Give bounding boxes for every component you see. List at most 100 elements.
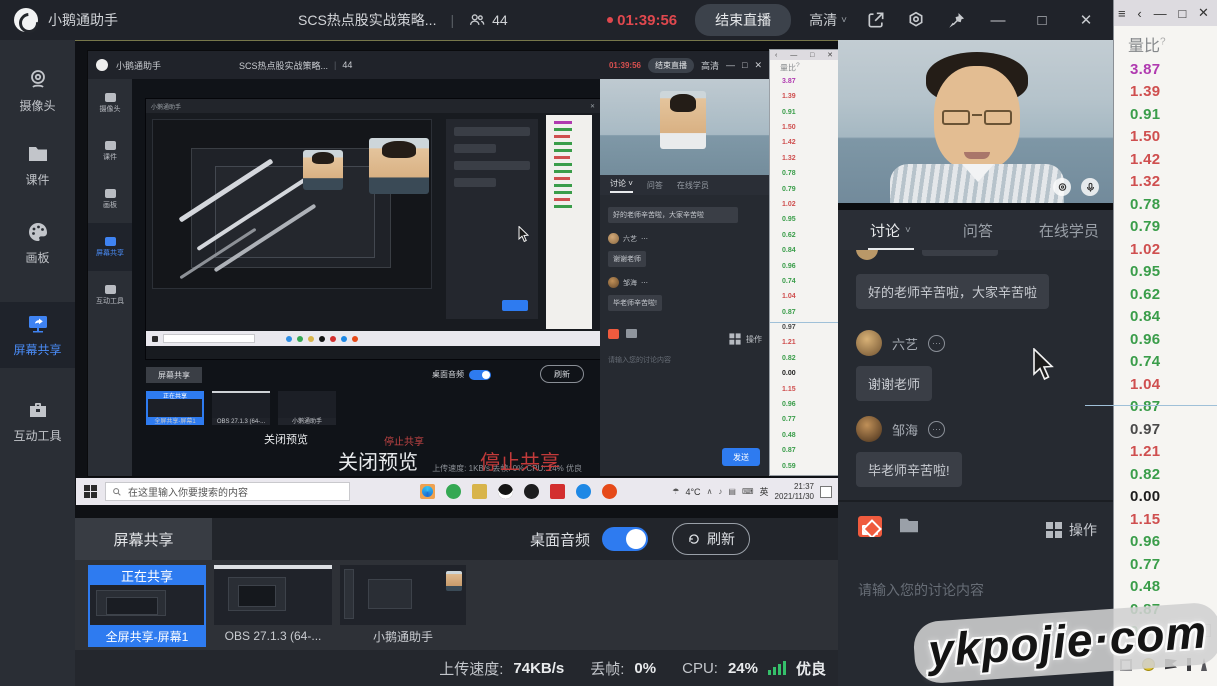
- chat-bubble: 谢谢老师: [856, 366, 933, 401]
- sidebar-item-screen-share[interactable]: 屏幕共享: [0, 302, 75, 368]
- presenter-video: [838, 40, 1113, 210]
- share-source-assistant[interactable]: 小鹅通助手: [340, 565, 466, 647]
- share-source-obs[interactable]: OBS 27.1.3 (64-...: [214, 565, 332, 647]
- volume-ratio-value: 1.02: [782, 200, 796, 208]
- tab-discussion[interactable]: 讨论 ˅: [868, 210, 914, 250]
- share-panel-header: 屏幕共享 桌面音频 刷新: [75, 518, 838, 560]
- refresh-button[interactable]: 刷新: [672, 523, 750, 555]
- chat-message-list[interactable]: 好的老师辛苦啦，大家辛苦啦 六艺 ⋯ 谢谢老师 邹海 ⋯ 毕老师辛苦啦!: [838, 250, 1113, 500]
- mirrored-sidebar: 摄像头 课件 画板 屏幕共享 互动工具: [88, 79, 132, 476]
- mirrored-stock-column: ‹ — □ ✕ 量比? 3.87 1.39 0.91 1.50 1.42 1.32 0.78 0.7…: [770, 50, 838, 475]
- volume-ratio-value: 0.00: [782, 370, 796, 378]
- tab-screen-share[interactable]: 屏幕共享: [75, 518, 212, 560]
- mini-presenter-thumb: [446, 571, 462, 591]
- actions-button[interactable]: 操作: [1046, 520, 1097, 540]
- avatar: [856, 416, 882, 442]
- volume-ratio-value: 0.74: [1130, 353, 1161, 371]
- quality-select[interactable]: 高清 ˅: [809, 10, 847, 30]
- share-button[interactable]: [865, 9, 887, 31]
- chat-bubble: 好的老师辛苦啦，大家辛苦啦: [856, 274, 1050, 309]
- camera-toggle-icon[interactable]: [1053, 178, 1071, 196]
- sidebar-item-camera[interactable]: 摄像头: [0, 58, 75, 124]
- mirrored-presenter-video: [600, 79, 770, 175]
- pin-icon: [948, 12, 964, 28]
- minimize-button[interactable]: —: [985, 12, 1011, 29]
- edge-browser-icon: [420, 484, 435, 499]
- mirrored-audio-toggle: [469, 369, 491, 380]
- sidebar-item-courseware[interactable]: 课件: [0, 132, 75, 198]
- mirrored-thumbnails: 正在共享 全屏共享-屏幕1 OBS 27.1.3 (64-... 小鹅通助手: [146, 391, 336, 425]
- stock-titlebar: ≡ ‹ — □ ✕: [1114, 0, 1217, 26]
- volume-ratio-value: 1.02: [1130, 240, 1161, 258]
- pin-button[interactable]: [945, 9, 967, 31]
- folder-app-icon: [472, 484, 487, 499]
- chevron-down-icon: ˅: [905, 224, 911, 236]
- volume-ratio-value: 0.91: [782, 108, 796, 116]
- maximize-icon[interactable]: □: [1178, 6, 1186, 21]
- mirrored-chat-bubble: 好的老师辛苦啦，大家辛苦啦: [608, 207, 738, 223]
- volume-ratio-value: 1.39: [1130, 83, 1161, 101]
- mirrored-chat-bubble: 毕老师辛苦啦!: [608, 295, 662, 311]
- close-button[interactable]: ✕: [1073, 11, 1099, 29]
- mirrored-right-panel: 讨论 ˅ 问答 在线学员 好的老师辛苦啦，大家辛苦啦 六艺 ⋯ 谢谢老师 邹海 ⋯ …: [600, 79, 770, 476]
- volume-ratio-value: 0.96: [782, 401, 796, 409]
- mirrored-chat-bubble: 谢谢老师: [608, 251, 646, 267]
- mirrored-title-bar: 小鹅通助手 SCS热点股实战策略... | 44 01:39:56 结束直播 高…: [88, 51, 770, 79]
- menu-icon[interactable]: ≡: [1118, 6, 1126, 21]
- title-bar: 小鹅通助手 SCS热点股实战策略... | 44 01:39:56 结束直播 高…: [0, 0, 1113, 40]
- tab-online-students[interactable]: 在线学员: [1039, 210, 1099, 250]
- mic-toggle-icon[interactable]: [1081, 178, 1099, 196]
- help-icon[interactable]: ?: [1160, 37, 1166, 48]
- back-icon[interactable]: ‹: [1137, 6, 1141, 21]
- screen-share-preview[interactable]: 小鹅通助手 SCS热点股实战策略... | 44 01:39:56 结束直播 高…: [75, 40, 838, 518]
- red-envelope-icon[interactable]: [858, 516, 882, 537]
- minimize-icon[interactable]: —: [1154, 6, 1167, 21]
- stop-share-button[interactable]: 停止共享: [480, 446, 560, 475]
- volume-ratio-value: 0.96: [1130, 533, 1161, 551]
- cpu-label: CPU:: [682, 659, 718, 677]
- folder-icon[interactable]: [898, 516, 920, 534]
- stock-app-panel: ≡ ‹ — □ ✕ 量比? 3.87 1.39 0.91 1.50 1.42 1.32 0.…: [1113, 0, 1217, 686]
- volume-ratio-value: 3.87: [782, 77, 796, 85]
- chat-input[interactable]: 请输入您的讨论内容: [858, 580, 1088, 600]
- volume-ratio-value: 0.00: [1130, 488, 1161, 506]
- upload-speed-label: 上传速度:: [439, 660, 504, 678]
- chat-bubble-fragment: [922, 250, 998, 256]
- volume-ratio-value: 0.48: [782, 431, 796, 439]
- tab-qa[interactable]: 问答: [963, 210, 993, 250]
- mirrored-send-button: 发送: [722, 448, 760, 466]
- volume-ratio-value: 0.62: [1130, 285, 1161, 303]
- taskbar-search: 在这里输入你要搜索的内容: [105, 482, 350, 501]
- stream-status-bar: 上传速度: 74KB/s 丢帧: 0% CPU: 24% 优良: [75, 650, 838, 686]
- nested-close-preview: 关闭预览: [264, 434, 308, 446]
- sidebar-item-interactive-tools[interactable]: 互动工具: [0, 388, 75, 454]
- volume-ratio-value: 0.79: [1130, 218, 1161, 236]
- nested-send-button: [502, 300, 528, 311]
- end-live-button[interactable]: 结束直播: [695, 4, 792, 36]
- desktop-audio-toggle[interactable]: [602, 527, 648, 551]
- volume-ratio-list: 3.87 1.39 0.91 1.50 1.42 1.32 0.78 0.79 1.02 0.95…: [1114, 56, 1217, 643]
- mouse-cursor: [1033, 348, 1054, 381]
- settings-button[interactable]: [905, 9, 927, 31]
- volume-ratio-value: 0.95: [1130, 263, 1161, 281]
- volume-ratio-value: 0.48: [1130, 578, 1161, 596]
- weather-temp: 4°C: [685, 486, 701, 497]
- volume-ratio-value: 1.32: [1130, 173, 1161, 191]
- mirrored-share-tab: 屏幕共享: [146, 367, 202, 383]
- app-logo-icon: [14, 8, 38, 32]
- volume-ratio-value: 1.42: [782, 139, 796, 147]
- chat-bubble-icon: ⋯: [928, 420, 946, 438]
- volume-ratio-value: 0.87: [782, 308, 796, 316]
- volume-ratio-value: 0.96: [1130, 330, 1161, 348]
- sidebar-item-whiteboard[interactable]: 画板: [0, 210, 75, 276]
- close-icon[interactable]: ✕: [1198, 5, 1209, 21]
- maximize-button[interactable]: □: [1029, 12, 1055, 29]
- share-source-screen1[interactable]: 正在共享 全屏共享-屏幕1: [88, 565, 206, 647]
- start-button-icon: [84, 485, 97, 498]
- volume-ratio-value: 0.84: [782, 247, 796, 255]
- refresh-icon: [689, 534, 699, 544]
- viewers-icon: [470, 14, 485, 25]
- system-tray: ☂ 4°C ∧ ♪ ▤ ⌨ 英 21:37 2021/11/30: [672, 482, 838, 501]
- close-preview-button[interactable]: 关闭预览: [338, 446, 418, 475]
- nested-window-cascade: [152, 119, 432, 289]
